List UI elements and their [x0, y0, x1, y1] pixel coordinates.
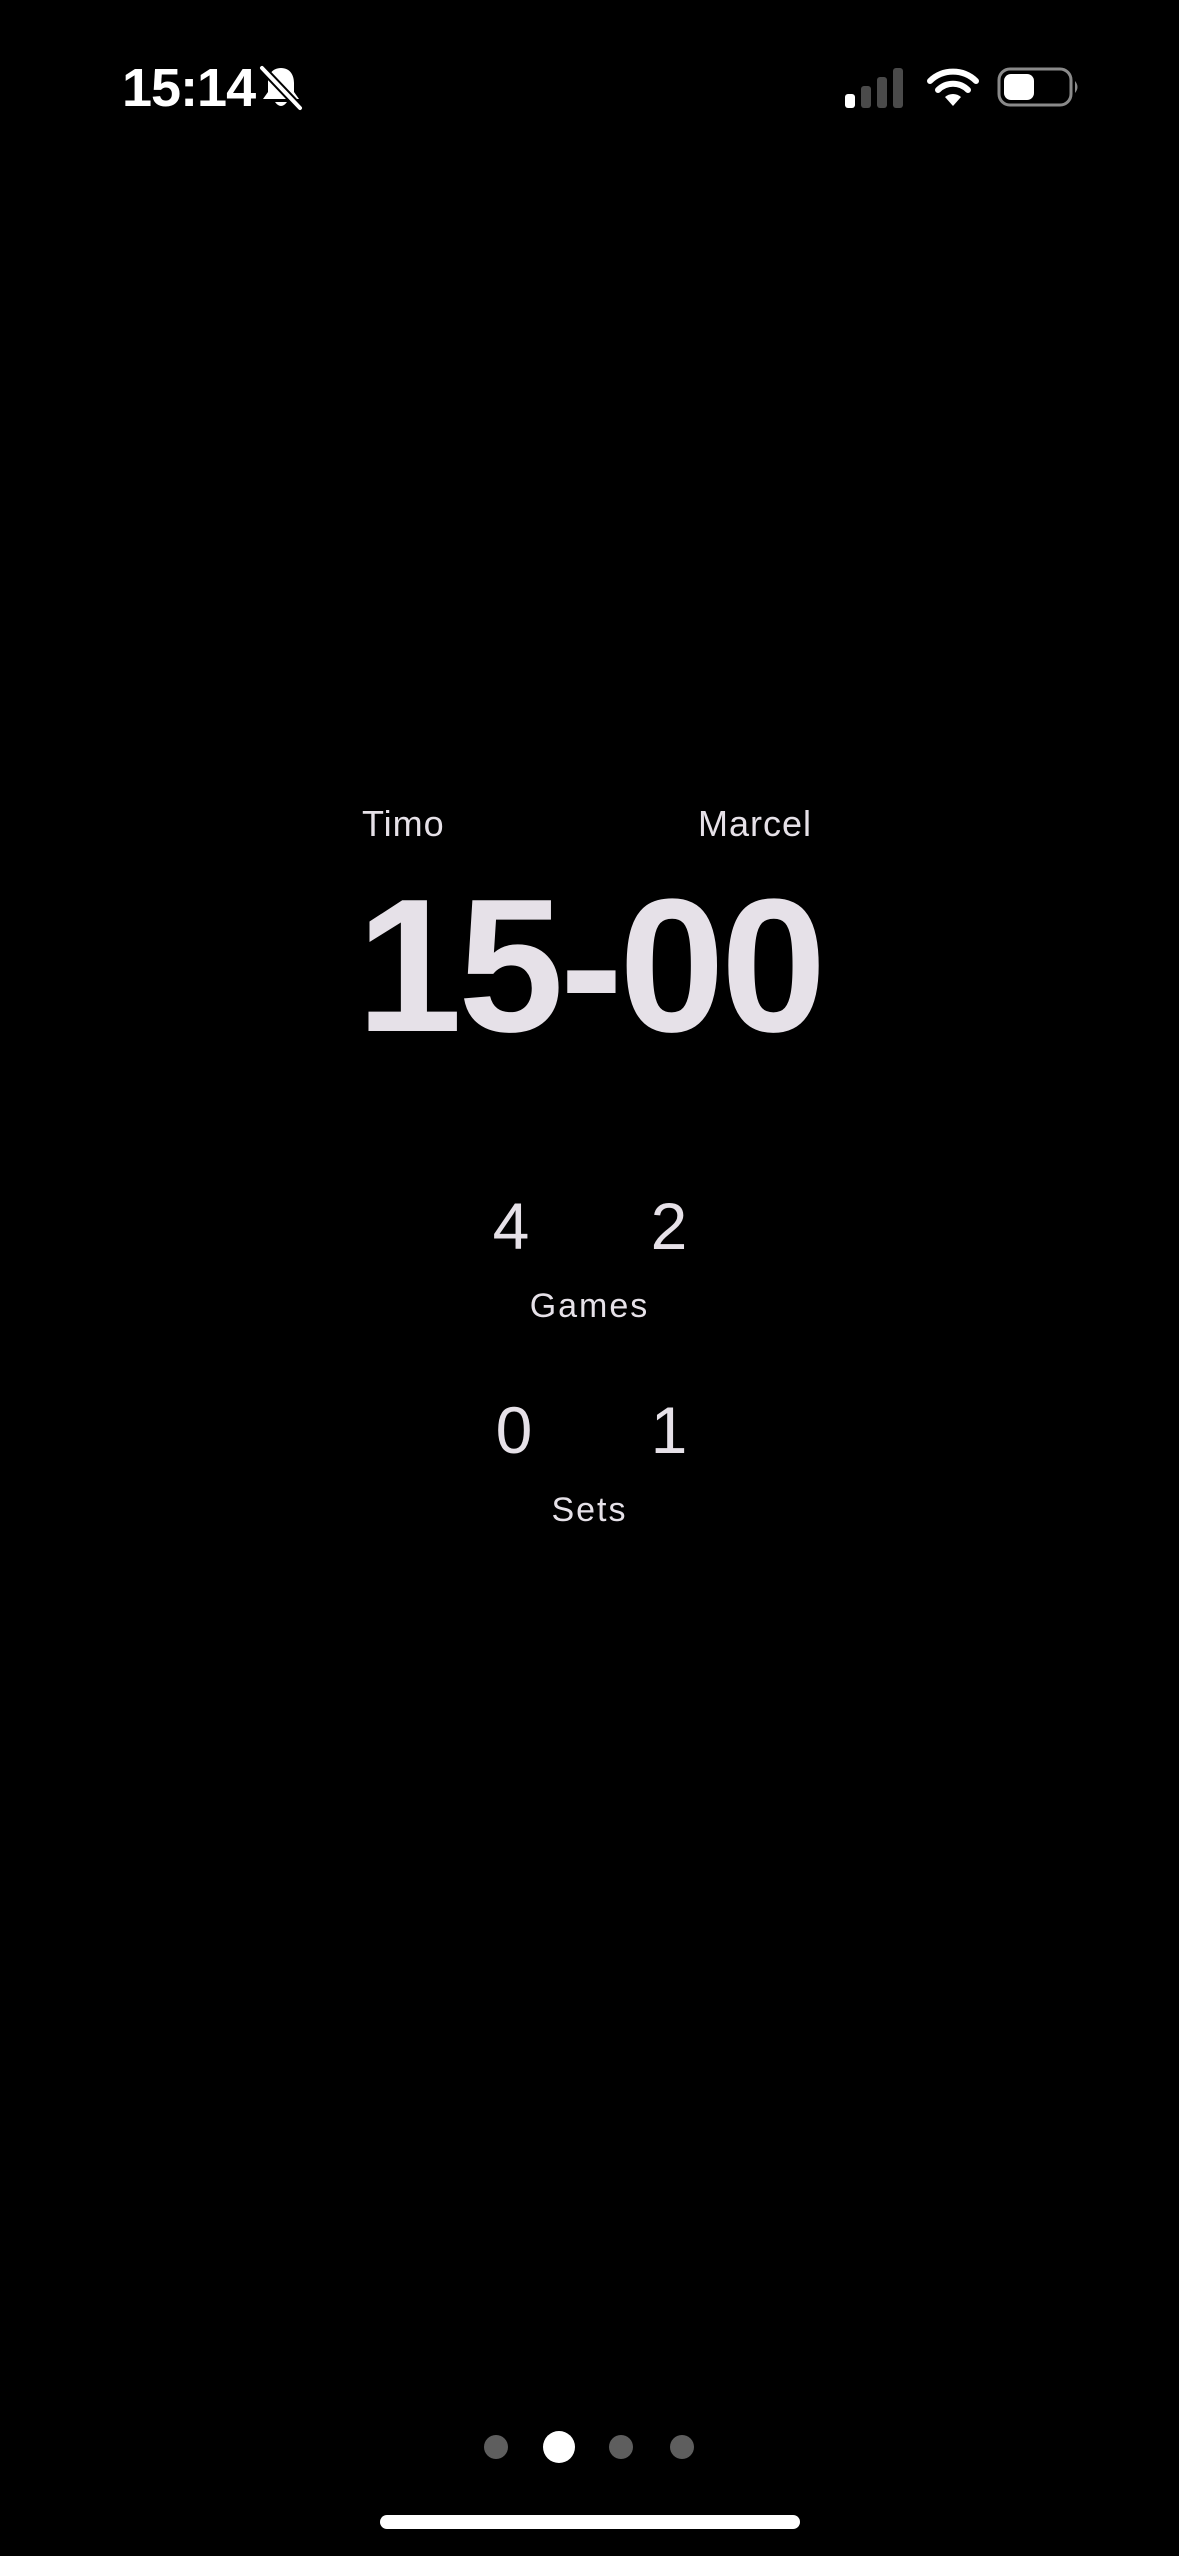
point-score-separator: -: [559, 860, 623, 1072]
point-score[interactable]: 15-00: [0, 866, 1179, 1066]
cellular-signal-icon: [845, 68, 903, 108]
page-dot-2[interactable]: [543, 2431, 575, 2463]
status-bar-time: 15:14: [122, 58, 256, 118]
sets-score-right: 1: [650, 1393, 688, 1467]
home-indicator[interactable]: [380, 2515, 800, 2529]
point-score-right: 00: [619, 860, 826, 1072]
battery-icon: [997, 67, 1078, 107]
page-dot-1[interactable]: [484, 2435, 508, 2459]
point-score-left: 15: [356, 860, 564, 1072]
bell-slash-icon: [258, 64, 304, 112]
games-score-left: 4: [492, 1189, 530, 1263]
games-score-right: 2: [650, 1189, 688, 1263]
player-name-right: Marcel: [698, 803, 813, 844]
games-label: Games: [529, 1287, 650, 1325]
page-dot-3[interactable]: [609, 2435, 633, 2459]
sets-label: Sets: [551, 1491, 628, 1529]
page-indicator[interactable]: [0, 2430, 1179, 2464]
page-dot-4[interactable]: [670, 2435, 694, 2459]
wifi-icon: [927, 68, 979, 106]
player-name-left: Timo: [362, 803, 445, 844]
sets-score-left: 0: [495, 1393, 533, 1467]
